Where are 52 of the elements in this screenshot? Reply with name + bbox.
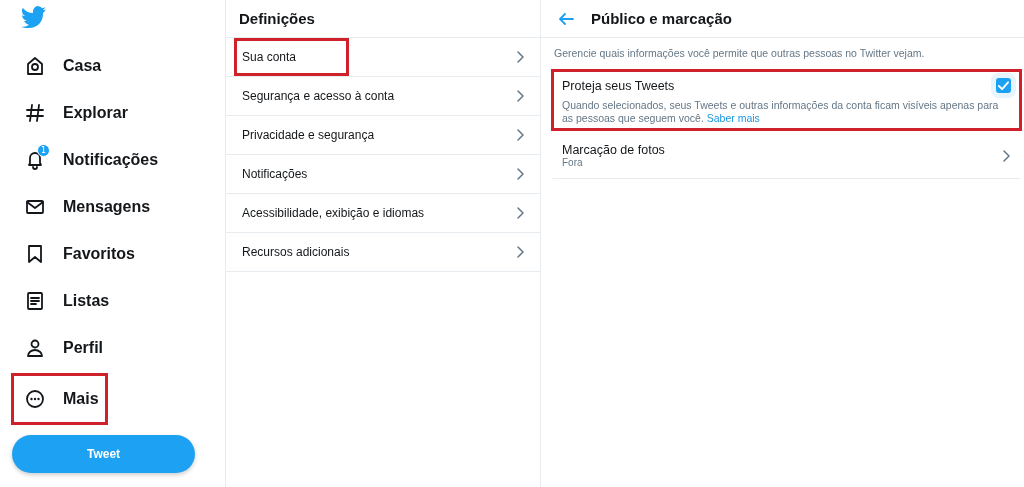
settings-item[interactable]: Notificações <box>226 155 540 194</box>
settings-label: Notificações <box>241 166 309 183</box>
nav-item[interactable]: Mensagens <box>11 185 166 228</box>
nav-item[interactable]: Favoritos <box>11 232 150 275</box>
settings-item[interactable]: Acessibilidade, exibição e idiomas <box>226 194 540 233</box>
nav-item[interactable]: Perfil <box>11 326 118 369</box>
settings-label: Segurança e acesso à conta <box>241 88 396 105</box>
settings-item[interactable]: Segurança e acesso à conta <box>226 77 540 116</box>
chevron-icon <box>516 207 525 219</box>
nav-label: Mensagens <box>63 197 151 216</box>
settings-label: Recursos adicionais <box>241 244 351 261</box>
nav-label: Perfil <box>63 338 103 357</box>
chevron-icon <box>516 51 525 63</box>
hashtag-icon <box>25 102 45 123</box>
option-value: Fora <box>562 157 584 169</box>
nav-label: Explorar <box>63 103 128 122</box>
nav-item[interactable]: 1 Notificações <box>11 138 174 181</box>
settings-label: Privacidade e segurança <box>241 127 376 144</box>
back-button[interactable] <box>558 12 574 25</box>
nav-label: Listas <box>63 291 110 310</box>
description-text: Gerencie quais informações você permite que outras pessoas no Twitter vejam. <box>553 46 926 61</box>
home-icon <box>25 55 45 76</box>
nav-item[interactable]: Casa <box>11 44 117 87</box>
notification-badge: 1 <box>37 143 50 157</box>
nav-label: Favoritos <box>63 244 135 263</box>
bird-logo-icon <box>21 6 47 28</box>
option-label: Proteja seus Tweets <box>562 78 675 93</box>
person-icon <box>25 337 45 358</box>
back-arrow-icon <box>558 12 574 25</box>
nav-item[interactable]: Mais <box>11 373 108 425</box>
page-title: Público e marcação <box>591 10 732 27</box>
settings-label: Sua conta <box>234 38 350 76</box>
settings-item[interactable]: Sua conta <box>226 38 540 77</box>
list-icon <box>25 290 45 311</box>
chevron-icon <box>516 90 525 102</box>
settings-item[interactable]: Recursos adicionais <box>226 233 540 272</box>
nav-label: Mais <box>63 390 99 408</box>
option-description: Quando selecionados, seus Tweets e outras informações da conta ficam visíveis apenas para as pessoas que seguem você. Saber mais <box>562 99 1000 125</box>
nav-label: Casa <box>63 56 102 75</box>
nav-label: Notificações <box>63 150 159 169</box>
chevron-icon <box>516 246 525 258</box>
chevron-icon <box>1002 149 1011 162</box>
settings-label: Acessibilidade, exibição e idiomas <box>241 205 426 222</box>
nav-item[interactable]: Listas <box>11 279 125 322</box>
more-icon <box>25 389 45 409</box>
chevron-icon <box>516 129 525 141</box>
chevron-icon <box>516 168 525 180</box>
nav-item[interactable]: Explorar <box>11 91 143 134</box>
option-label: Marcação de fotos <box>562 143 665 158</box>
column-title: Definições <box>239 10 315 27</box>
settings-item[interactable]: Privacidade e segurança <box>226 116 540 155</box>
bookmark-icon <box>25 243 45 264</box>
